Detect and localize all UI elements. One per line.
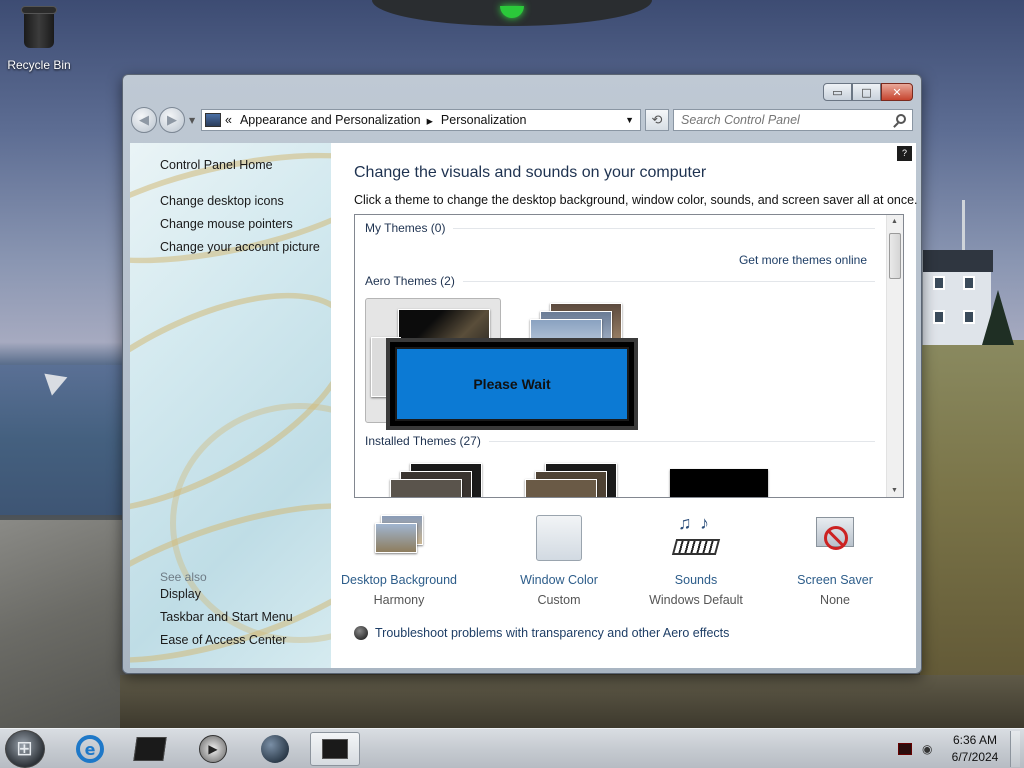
aero-themes-heading: Aero Themes (2) <box>365 274 875 288</box>
sounds-icon: ♫ ♪ <box>668 513 724 565</box>
aero-themes-label: Aero Themes (2) <box>365 274 455 288</box>
control-panel-icon <box>205 113 221 127</box>
taskbar-start-menu-link[interactable]: Taskbar and Start Menu <box>160 610 293 624</box>
wallpaper-house <box>921 250 993 345</box>
internet-explorer-icon[interactable]: e <box>65 732 115 766</box>
caption-buttons: ▭ □ ✕ <box>823 83 913 101</box>
back-button[interactable]: ◀ <box>131 107 157 133</box>
troubleshoot-icon <box>354 626 368 640</box>
scroll-down-icon[interactable]: ▼ <box>891 487 898 494</box>
clock[interactable]: 6:36 AM 6/7/2024 <box>944 732 1006 766</box>
clock-time: 6:36 AM <box>952 733 998 747</box>
address-overflow-button[interactable]: « <box>225 113 232 127</box>
change-mouse-pointers-link[interactable]: Change mouse pointers <box>160 217 293 231</box>
minimize-button[interactable]: ▭ <box>823 83 852 101</box>
desktop-background-value: Harmony <box>373 593 425 607</box>
window-color-label: Window Color <box>520 573 598 587</box>
installed-themes-heading: Installed Themes (27) <box>365 434 875 448</box>
change-desktop-icons-link[interactable]: Change desktop icons <box>160 194 284 208</box>
wallpaper-grass <box>920 340 1024 728</box>
installed-themes-label: Installed Themes (27) <box>365 434 481 448</box>
sounds-value: Windows Default <box>649 593 743 607</box>
show-desktop-button[interactable] <box>1010 731 1020 767</box>
window-color-value: Custom <box>537 593 581 607</box>
sounds-setting[interactable]: ♫ ♪ Sounds Windows Default <box>631 513 761 607</box>
start-button[interactable] <box>5 730 45 768</box>
themes-scrollbar[interactable]: ▲ ▼ <box>886 215 903 497</box>
media-player-icon[interactable]: ▶ <box>188 732 238 766</box>
change-account-picture-link[interactable]: Change your account picture <box>160 240 320 254</box>
wallpaper-ground <box>120 675 1024 728</box>
volume-icon[interactable]: ◉ <box>922 742 936 756</box>
recent-pages-dropdown[interactable]: ▼ <box>189 116 195 125</box>
desktop-icon-recycle-bin[interactable]: Recycle Bin <box>4 4 74 72</box>
desktop-background-label: Desktop Background <box>340 573 458 587</box>
control-panel-home-link[interactable]: Control Panel Home <box>160 158 273 172</box>
my-themes-label: My Themes (0) <box>365 221 446 235</box>
address-bar[interactable]: « Appearance and Personalization ▸ Perso… <box>201 109 641 131</box>
page-title: Change the visuals and sounds on your co… <box>354 164 707 181</box>
sounds-label: Sounds <box>674 573 718 587</box>
my-themes-heading: My Themes (0) <box>365 221 875 235</box>
display-link[interactable]: Display <box>160 587 201 601</box>
refresh-button[interactable]: ⟲ <box>645 109 669 131</box>
window-color-setting[interactable]: Window Color Custom <box>494 513 624 607</box>
scroll-thumb[interactable] <box>889 233 901 279</box>
troubleshoot-link[interactable]: Troubleshoot problems with transparency … <box>354 626 729 640</box>
clock-date: 6/7/2024 <box>951 750 999 764</box>
theme-settings-row: Desktop Background Harmony Window Color … <box>331 513 916 613</box>
please-wait-dialog: Please Wait <box>386 338 638 430</box>
troubleshoot-label: Troubleshoot problems with transparency … <box>375 626 730 640</box>
please-wait-text: Please Wait <box>395 347 629 421</box>
wallpaper-tree <box>982 290 1014 345</box>
recycle-bin-icon <box>20 4 58 48</box>
window-color-icon <box>531 513 587 565</box>
breadcrumb-personalization[interactable]: Personalization <box>441 113 526 127</box>
screen-saver-setting[interactable]: Screen Saver None <box>770 513 900 607</box>
scroll-up-icon[interactable]: ▲ <box>891 218 898 225</box>
ease-of-access-link[interactable]: Ease of Access Center <box>160 633 286 647</box>
taskbar: e ▶ ◉ 6:36 AM 6/7/2024 <box>0 728 1024 768</box>
get-more-themes-link[interactable]: Get more themes online <box>739 253 867 267</box>
system-tray: ◉ 6:36 AM 6/7/2024 <box>898 731 1020 767</box>
search-icon[interactable] <box>896 114 906 124</box>
screen-saver-label: Screen Saver <box>797 573 873 587</box>
left-task-pane: Control Panel Home Change desktop icons … <box>130 143 331 668</box>
gadget-indicator-icon <box>500 6 524 18</box>
desktop-background-setting[interactable]: Desktop Background Harmony <box>334 513 464 607</box>
screen-saver-icon <box>807 513 863 565</box>
help-button[interactable]: ? <box>897 146 912 161</box>
search-input[interactable] <box>681 113 881 127</box>
forward-button[interactable]: ▶ <box>159 107 185 133</box>
control-panel-taskbar-button[interactable] <box>310 732 360 766</box>
maximize-button[interactable]: □ <box>852 83 881 101</box>
flag-icon[interactable] <box>898 743 912 755</box>
search-box[interactable] <box>673 109 913 131</box>
navigation-bar: ◀ ▶ ▼ « Appearance and Personalization ▸… <box>131 107 913 133</box>
desktop-icon-label: Recycle Bin <box>7 58 71 72</box>
address-dropdown-icon[interactable]: ▼ <box>625 115 634 125</box>
media-center-icon[interactable] <box>125 732 175 766</box>
breadcrumb-separator[interactable]: ▸ <box>427 113 433 128</box>
globe-icon[interactable] <box>250 732 300 766</box>
close-button[interactable]: ✕ <box>881 83 913 101</box>
breadcrumb-appearance[interactable]: Appearance and Personalization <box>240 113 421 127</box>
page-description: Click a theme to change the desktop back… <box>354 193 918 207</box>
screen-saver-value: None <box>820 593 850 607</box>
see-also-heading: See also <box>160 570 207 584</box>
desktop-background-icon <box>371 513 427 565</box>
